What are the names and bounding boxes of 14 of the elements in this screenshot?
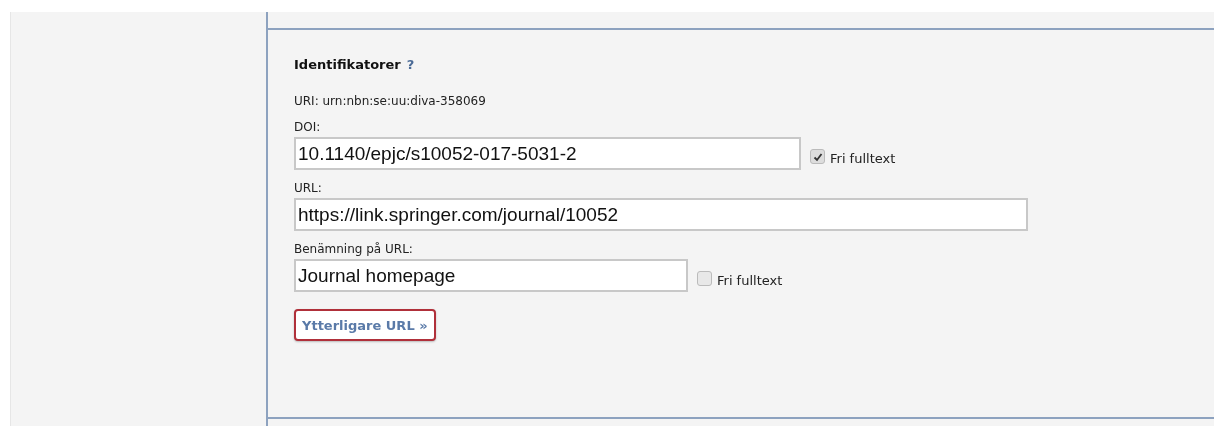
field-label: URL: bbox=[294, 181, 323, 195]
text-field[interactable]: 10.1140/epjc/s10052-017-5031-2 bbox=[294, 137, 801, 170]
section-title: Identifikatorer bbox=[294, 57, 401, 72]
field-label: DOI: bbox=[294, 120, 322, 134]
uri-text: URI: urn:nbn:se:uu:diva-358069 bbox=[294, 94, 487, 108]
checkbox[interactable] bbox=[697, 271, 712, 286]
checkbox[interactable] bbox=[810, 149, 825, 164]
text-field[interactable]: https://link.springer.com/journal/10052 bbox=[294, 198, 1028, 231]
text-field[interactable]: Journal homepage bbox=[294, 259, 688, 292]
checkbox-label: Fri fulltext bbox=[830, 151, 896, 166]
help-link[interactable]: ? bbox=[406, 57, 415, 72]
more-url-button[interactable]: Ytterligare URL » bbox=[294, 309, 436, 341]
checkbox-label: Fri fulltext bbox=[717, 273, 783, 288]
field-label: Benämning på URL: bbox=[294, 242, 414, 256]
